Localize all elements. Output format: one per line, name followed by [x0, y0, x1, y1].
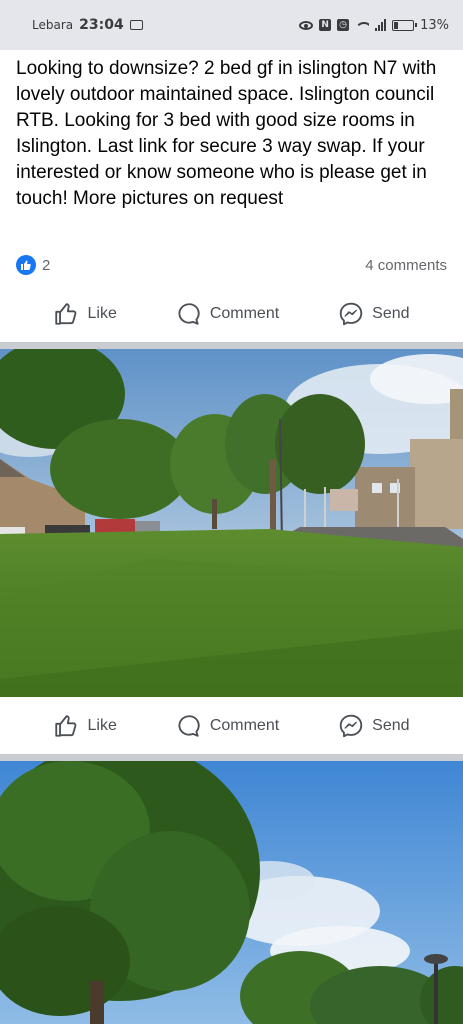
send-label: Send [372, 717, 410, 734]
post-text: Looking to downsize? 2 bed gf in islingt… [16, 58, 437, 209]
garden-photo-1[interactable] [0, 349, 463, 697]
messenger-icon [339, 714, 363, 738]
photo-divider [0, 754, 463, 761]
status-right: N ◷ 13% [299, 18, 449, 33]
photo-comment-button[interactable]: Comment [176, 713, 279, 739]
post-divider [0, 342, 463, 349]
messenger-icon [339, 302, 363, 326]
like-reaction-icon [16, 255, 36, 275]
alarm-icon: ◷ [337, 19, 350, 31]
reactions-row[interactable]: 2 4 comments [16, 253, 447, 277]
comment-button[interactable]: Comment [176, 301, 279, 327]
battery-icon [392, 19, 418, 31]
nfc-icon: N [319, 19, 332, 31]
post-action-bar: Like Comment Send [0, 291, 463, 337]
garden-photo-2[interactable] [0, 761, 463, 1024]
comment-bubble-icon [178, 303, 200, 325]
like-button[interactable]: Like [53, 301, 117, 327]
comment-bubble-icon [178, 715, 200, 737]
status-bar: Lebara 23:04 N ◷ 13% [0, 0, 463, 50]
comment-label: Comment [209, 305, 280, 322]
reaction-count: 2 [42, 256, 51, 274]
comment-label: Comment [209, 717, 280, 734]
status-left: Lebara 23:04 [32, 17, 143, 33]
status-time: 23:04 [79, 17, 124, 33]
wifi-icon [355, 19, 370, 31]
photo-action-bar: Like Comment Send [0, 703, 463, 749]
send-label: Send [372, 305, 410, 322]
photo-like-button[interactable]: Like [53, 713, 117, 739]
send-button[interactable]: Send [338, 301, 410, 327]
thumbs-up-icon [55, 303, 77, 325]
like-label: Like [87, 305, 117, 322]
battery-percent: 13% [420, 17, 449, 33]
carrier-name: Lebara [32, 18, 74, 32]
like-label: Like [87, 717, 117, 734]
thumbs-up-icon [55, 715, 77, 737]
signal-icon [375, 19, 387, 31]
eye-icon [299, 20, 314, 30]
photo-send-button[interactable]: Send [338, 713, 410, 739]
message-icon [129, 20, 143, 30]
comments-count-link[interactable]: 4 comments [365, 257, 447, 274]
